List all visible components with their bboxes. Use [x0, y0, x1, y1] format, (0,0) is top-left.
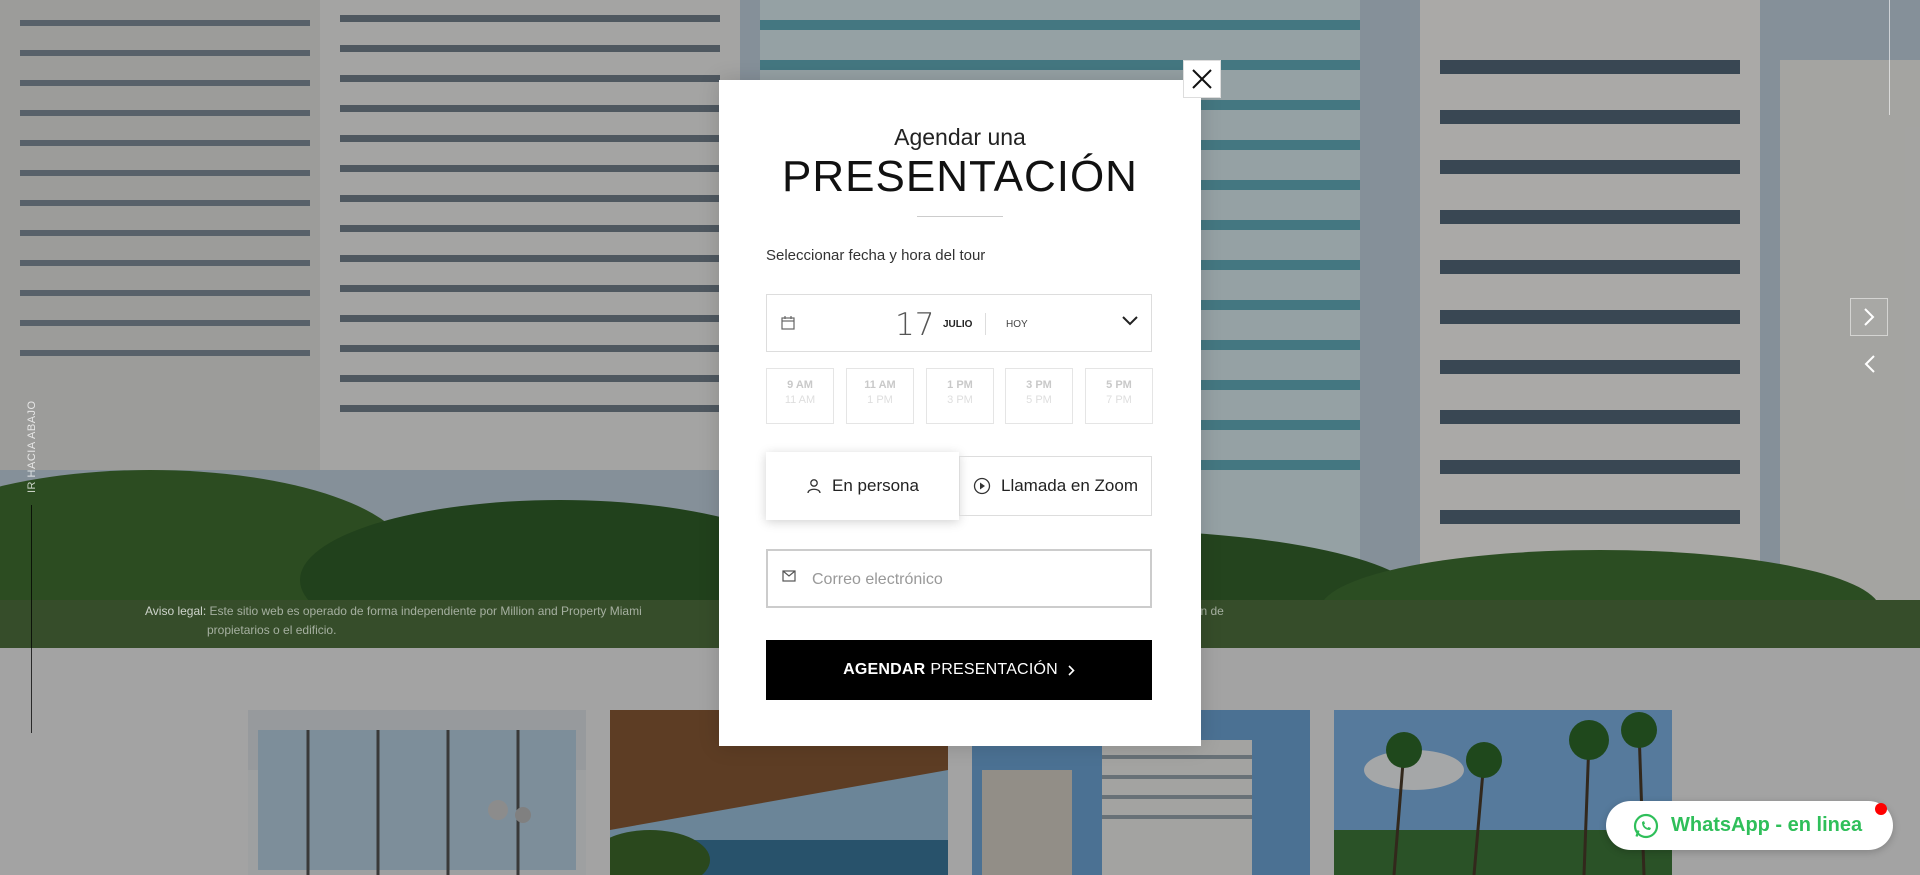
gallery-card[interactable]	[248, 710, 586, 875]
whatsapp-button[interactable]: WhatsApp - en linea	[1606, 801, 1893, 850]
person-icon	[806, 478, 822, 494]
modal-title: PRESENTACIÓN	[782, 152, 1138, 201]
slot-end: 11 AM	[784, 394, 816, 406]
submit-label-rest: PRESENTACIÓN	[930, 661, 1058, 678]
decorative-line	[1889, 0, 1890, 115]
time-slot[interactable]: 3 PM 5 PM	[1005, 368, 1073, 424]
mode-zoom-button[interactable]: Llamada en Zoom	[959, 456, 1152, 516]
video-play-icon	[973, 477, 991, 495]
time-slot[interactable]: 1 PM 3 PM	[926, 368, 994, 424]
mode-in-person-button[interactable]: En persona	[766, 452, 959, 520]
schedule-submit-button[interactable]: AGENDAR PRESENTACIÓN	[766, 640, 1152, 700]
select-date-label: Seleccionar fecha y hora del tour	[766, 247, 986, 264]
date-day: 17	[895, 307, 935, 343]
schedule-modal: Agendar una PRESENTACIÓN Seleccionar fec…	[719, 80, 1201, 746]
scroll-down-label[interactable]: IR HACIA ABAJO	[26, 400, 38, 493]
time-slot[interactable]: 5 PM 7 PM	[1085, 368, 1153, 424]
gallery-card[interactable]	[1334, 710, 1672, 875]
email-field-wrap	[766, 549, 1152, 608]
disclaimer-text: Este sitio web es operado de forma indep…	[209, 604, 642, 618]
notification-dot	[1875, 803, 1887, 815]
date-picker[interactable]: 17 JULIO HOY	[766, 294, 1152, 352]
slot-end: 5 PM	[1026, 394, 1052, 406]
slider-next-button[interactable]	[1850, 298, 1888, 336]
title-divider	[917, 216, 1003, 217]
disclaimer-label: Aviso legal:	[145, 604, 207, 618]
slot-start: 1 PM	[947, 379, 973, 391]
mode-zoom-label: Llamada en Zoom	[1000, 476, 1139, 495]
date-relative: HOY	[1006, 319, 1028, 330]
submit-label-bold: AGENDAR	[843, 661, 926, 678]
time-slot[interactable]: 9 AM 11 AM	[766, 368, 834, 424]
slot-start: 5 PM	[1106, 379, 1132, 391]
whatsapp-icon	[1633, 813, 1659, 839]
scroll-line	[31, 505, 32, 733]
time-slot[interactable]: 11 AM 1 PM	[846, 368, 914, 424]
chevron-left-icon	[1864, 355, 1875, 373]
calendar-icon	[781, 316, 795, 330]
slot-end: 7 PM	[1106, 394, 1132, 406]
slider-prev-button[interactable]	[1852, 346, 1888, 382]
close-icon	[1192, 69, 1212, 89]
chevron-down-icon	[1122, 316, 1138, 326]
whatsapp-label: WhatsApp - en linea	[1671, 814, 1863, 836]
modal-subtitle: Agendar una	[894, 124, 1026, 150]
slot-end: 1 PM	[867, 394, 893, 406]
chevron-right-icon	[1068, 664, 1075, 676]
mode-in-person-label: En persona	[832, 476, 919, 495]
mail-icon	[782, 570, 796, 582]
date-separator	[985, 313, 986, 335]
slot-start: 11 AM	[864, 379, 896, 391]
slot-start: 9 AM	[787, 379, 813, 391]
chevron-right-icon	[1864, 308, 1875, 326]
slot-start: 3 PM	[1026, 379, 1052, 391]
date-month: JULIO	[943, 319, 973, 330]
close-modal-button[interactable]	[1183, 60, 1221, 98]
slot-end: 3 PM	[947, 394, 973, 406]
email-field[interactable]	[810, 551, 1144, 608]
disclaimer-text-3: propietarios o el edificio.	[207, 623, 337, 637]
